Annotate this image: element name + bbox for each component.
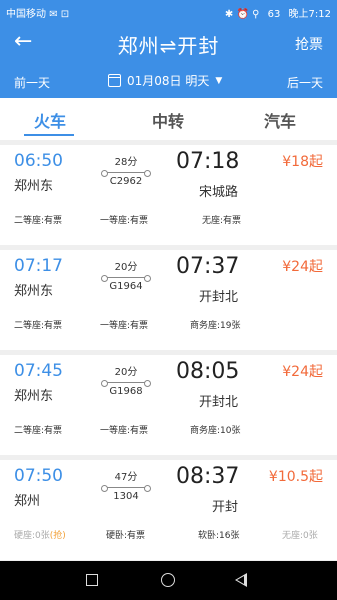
caret-down-icon: ▼ xyxy=(215,75,223,86)
depart-station: 郑州 xyxy=(14,494,41,509)
arrive-station: 开封 xyxy=(211,500,238,515)
back-nav-icon[interactable] xyxy=(235,573,247,587)
depart-station: 郑州东 xyxy=(14,179,54,194)
duration: 20分 xyxy=(114,367,138,378)
recents-icon[interactable] xyxy=(86,574,98,586)
clock: 晚上7:12 xyxy=(288,9,331,20)
system-nav-bar xyxy=(0,561,337,600)
tab-bus[interactable]: 汽车 xyxy=(264,108,296,132)
seat-availability: 商务座:19张 xyxy=(190,321,241,331)
depart-time: 07:17 xyxy=(14,256,63,276)
app-header: ← 郑州⇌开封 抢票 xyxy=(0,22,337,66)
seat-availability: 硬座:0张(抢) xyxy=(14,531,66,541)
transport-tabs: 火车 中转 汽车 xyxy=(0,98,337,140)
grab-ticket-button[interactable]: 抢票 xyxy=(295,34,323,54)
seat-availability: 软卧:16张 xyxy=(198,531,240,541)
depart-station: 郑州东 xyxy=(14,389,54,404)
route-line xyxy=(101,275,151,282)
seat-availability: 一等座:有票 xyxy=(100,426,149,436)
seat-availability: 二等座:有票 xyxy=(14,216,63,226)
tab-transfer[interactable]: 中转 xyxy=(152,108,184,132)
prev-day-button[interactable]: 前一天 xyxy=(14,74,50,91)
date-bar: 前一天 01月08日 明天 ▼ 后一天 xyxy=(0,66,337,98)
depart-time: 07:50 xyxy=(14,466,63,486)
arrive-time: 08:37 xyxy=(176,464,240,489)
arrive-time: 07:37 xyxy=(176,254,240,279)
calendar-icon xyxy=(108,74,121,87)
duration: 28分 xyxy=(114,157,138,168)
seat-availability: 无座:有票 xyxy=(202,216,242,226)
price: ¥10.5起 xyxy=(268,469,323,485)
status-right: ✱ ⏰ ⚲ 63 晚上7:12 xyxy=(220,5,331,20)
status-icons: ✱ ⏰ ⚲ xyxy=(224,9,260,20)
arrive-station: 宋城路 xyxy=(198,185,238,200)
seat-availability: 商务座:10张 xyxy=(190,426,241,436)
arrive-time: 08:05 xyxy=(176,359,240,384)
train-number: G1968 xyxy=(109,386,143,397)
active-tab-indicator xyxy=(24,134,74,136)
depart-time: 06:50 xyxy=(14,151,63,171)
train-card[interactable]: 06:50 郑州东 28分 C2962 07:18 宋城路 ¥18起 二等座:有… xyxy=(0,145,337,245)
duration: 20分 xyxy=(114,262,138,273)
tab-train[interactable]: 火车 xyxy=(34,108,66,132)
status-bar: 中国移动 ✉ ⊡ ✱ ⏰ ⚲ 63 晚上7:12 xyxy=(0,0,337,22)
home-icon[interactable] xyxy=(161,573,175,587)
seat-availability: 硬卧:有票 xyxy=(106,531,146,541)
arrive-station: 开封北 xyxy=(198,395,238,410)
route-line xyxy=(101,485,151,492)
seat-availability: 无座:0张 xyxy=(282,531,318,541)
route-line xyxy=(101,380,151,387)
arrive-station: 开封北 xyxy=(198,290,238,305)
train-card[interactable]: 07:17 郑州东 20分 G1964 07:37 开封北 ¥24起 二等座:有… xyxy=(0,250,337,350)
depart-station: 郑州东 xyxy=(14,284,54,299)
page-title: 郑州⇌开封 xyxy=(117,34,220,58)
train-number: G1964 xyxy=(109,281,143,292)
seat-availability: 二等座:有票 xyxy=(14,426,63,436)
price: ¥24起 xyxy=(282,259,323,275)
next-day-button[interactable]: 后一天 xyxy=(287,74,323,91)
price: ¥18起 xyxy=(282,154,323,170)
route-line xyxy=(101,170,151,177)
train-card[interactable]: 07:45 郑州东 20分 G1968 08:05 开封北 ¥24起 二等座:有… xyxy=(0,355,337,455)
train-number: 1304 xyxy=(113,491,139,502)
depart-time: 07:45 xyxy=(14,361,63,381)
price: ¥24起 xyxy=(282,364,323,380)
date-picker[interactable]: 01月08日 明天 ▼ xyxy=(108,72,222,89)
duration: 47分 xyxy=(114,472,138,483)
seat-availability: 二等座:有票 xyxy=(14,321,63,331)
seat-availability: 一等座:有票 xyxy=(100,321,149,331)
carrier-label: 中国移动 ✉ ⊡ xyxy=(6,9,70,20)
grab-seat-link[interactable]: (抢) xyxy=(50,531,66,541)
arrive-time: 07:18 xyxy=(176,149,240,174)
date-label: 01月08日 明天 xyxy=(127,74,210,88)
seat-availability: 一等座:有票 xyxy=(100,216,149,226)
battery-level: 63 xyxy=(267,9,281,20)
train-number: C2962 xyxy=(109,176,143,187)
train-card[interactable]: 07:50 郑州 47分 1304 08:37 开封 ¥10.5起 硬座:0张(… xyxy=(0,460,337,560)
